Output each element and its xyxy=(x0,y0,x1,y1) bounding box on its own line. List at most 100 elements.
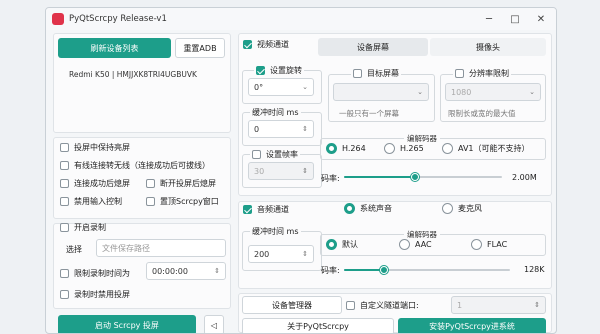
keep-awake-option[interactable]: 投屏中保持亮屏 xyxy=(60,142,130,153)
codec-av1-radio[interactable] xyxy=(442,143,453,154)
target-screen-option[interactable]: 目标屏幕 xyxy=(351,68,401,79)
disable-input-label: 禁用输入控制 xyxy=(74,197,122,206)
chevron-down-icon: ⌄ xyxy=(529,88,535,96)
video-buffer-input[interactable]: 0 ⇕ xyxy=(248,120,314,138)
audio-buffer-value: 200 xyxy=(254,249,270,259)
refresh-devices-button[interactable]: 刷新设备列表 xyxy=(58,38,171,58)
custom-tunnel-checkbox[interactable] xyxy=(346,301,355,310)
device-list-item[interactable]: Redmi K50 | HMJJXK8TRI4UGBUVK xyxy=(69,70,197,79)
screen-off-connect-option[interactable]: 连接成功后熄屏 xyxy=(60,178,130,189)
fps-value: 30 xyxy=(254,166,265,176)
codec-h265-radio[interactable] xyxy=(384,143,395,154)
minimize-button[interactable]: ─ xyxy=(476,11,502,27)
screen-off-disconnect-option[interactable]: 断开投屏后熄屏 xyxy=(146,178,216,189)
disable-screen-record-label: 录制时禁用投屏 xyxy=(74,290,130,299)
spin-arrows-icon[interactable]: ⇕ xyxy=(534,301,540,309)
audio-codec-default-label: 默认 xyxy=(342,240,358,249)
fps-label: 设置帧率 xyxy=(266,150,298,159)
spin-arrows-icon[interactable]: ⇕ xyxy=(302,167,308,175)
audio-buffer-input[interactable]: 200 ⇕ xyxy=(248,245,314,263)
resolution-select[interactable]: 1080 ⌄ xyxy=(445,83,541,101)
back-button[interactable]: ◁ xyxy=(204,315,224,333)
codec-h264-radio[interactable] xyxy=(326,143,337,154)
video-channel-checkbox[interactable] xyxy=(243,40,252,49)
limit-record-label: 限制录制时间为 xyxy=(74,269,130,278)
codec-h265-option[interactable]: H.265 xyxy=(384,143,424,154)
audio-channel-checkbox[interactable] xyxy=(243,205,252,214)
codec-av1-option[interactable]: AV1（可能不支持） xyxy=(442,143,530,154)
rotation-option[interactable]: 设置旋转 xyxy=(254,65,304,76)
audio-bitrate-handle[interactable] xyxy=(379,266,388,274)
audio-source-system-option[interactable]: 系统声音 xyxy=(344,203,392,214)
start-scrcpy-button[interactable]: 启动 Scrcpy 投屏 xyxy=(58,315,196,333)
record-time-input[interactable]: 00:00:00 ⇕ xyxy=(146,262,226,280)
disable-input-checkbox[interactable] xyxy=(60,197,69,206)
screen-off-connect-checkbox[interactable] xyxy=(60,179,69,188)
video-bitrate-value: 2.00M xyxy=(512,173,537,182)
back-icon: ◁ xyxy=(210,320,218,330)
audio-source-mic-radio[interactable] xyxy=(442,203,453,214)
tunnel-port-input[interactable]: 1 ⇕ xyxy=(451,296,546,314)
video-bitrate-fill xyxy=(344,176,416,178)
audio-bitrate-value: 128K xyxy=(524,265,545,274)
target-screen-checkbox[interactable] xyxy=(353,69,362,78)
keep-awake-checkbox[interactable] xyxy=(60,143,69,152)
audio-codec-aac-option[interactable]: AAC xyxy=(399,239,432,250)
audio-codec-aac-radio[interactable] xyxy=(399,239,410,250)
disable-screen-record-option[interactable]: 录制时禁用投屏 xyxy=(60,289,130,300)
target-screen-label: 目标屏幕 xyxy=(367,69,399,78)
video-channel-option[interactable]: 视频通道 xyxy=(243,39,289,50)
device-manager-button[interactable]: 设备管理器 xyxy=(242,296,342,314)
fps-input[interactable]: 30 ⇕ xyxy=(248,162,314,180)
chevron-down-icon: ⌄ xyxy=(302,83,308,91)
audio-source-system-radio[interactable] xyxy=(344,203,355,214)
screen-off-disconnect-checkbox[interactable] xyxy=(146,179,155,188)
choose-path-button[interactable]: 选择 xyxy=(66,244,82,255)
custom-tunnel-option[interactable]: 自定义隧道端口: xyxy=(346,300,419,311)
video-buffer-label: 缓冲时间 ms xyxy=(250,107,301,118)
tab-device-screen[interactable]: 设备屏幕 xyxy=(318,38,428,56)
audio-codec-default-option[interactable]: 默认 xyxy=(326,239,358,250)
audio-source-mic-option[interactable]: 麦克风 xyxy=(442,203,482,214)
tab-camera[interactable]: 摄像头 xyxy=(430,38,546,56)
disable-screen-record-checkbox[interactable] xyxy=(60,290,69,299)
target-screen-select[interactable]: ⌄ xyxy=(333,83,429,101)
enable-record-checkbox[interactable] xyxy=(60,223,69,232)
always-on-top-checkbox[interactable] xyxy=(146,197,155,206)
install-system-button[interactable]: 安装PyQtScrcpy进系统 xyxy=(398,318,546,333)
rotation-checkbox[interactable] xyxy=(256,66,265,75)
spin-arrows-icon[interactable]: ⇕ xyxy=(302,125,308,133)
fps-option[interactable]: 设置帧率 xyxy=(250,149,300,160)
enable-record-option[interactable]: 开启录制 xyxy=(60,222,106,233)
video-channel-label: 视频通道 xyxy=(257,40,289,49)
audio-source-system-label: 系统声音 xyxy=(360,204,392,213)
resolution-option[interactable]: 分辨率限制 xyxy=(453,68,511,79)
audio-codec-aac-label: AAC xyxy=(415,240,432,249)
spin-arrows-icon[interactable]: ⇕ xyxy=(214,267,220,275)
limit-record-option[interactable]: 限制录制时间为 xyxy=(60,268,130,279)
codec-h264-option[interactable]: H.264 xyxy=(326,143,366,154)
close-button[interactable]: ✕ xyxy=(528,11,554,27)
audio-channel-option[interactable]: 音频通道 xyxy=(243,204,289,215)
disable-input-option[interactable]: 禁用输入控制 xyxy=(60,196,122,207)
limit-record-checkbox[interactable] xyxy=(60,269,69,278)
record-path-placeholder: 文件保存路径 xyxy=(102,243,150,253)
spin-arrows-icon[interactable]: ⇕ xyxy=(302,250,308,258)
audio-codec-default-radio[interactable] xyxy=(326,239,337,250)
enable-record-label: 开启录制 xyxy=(74,223,106,232)
wireless-option[interactable]: 有线连接转无线（连接成功后可拔线） xyxy=(60,160,210,171)
audio-codec-flac-radio[interactable] xyxy=(471,239,482,250)
always-on-top-option[interactable]: 置顶Scrcpy窗口 xyxy=(146,196,219,207)
wireless-checkbox[interactable] xyxy=(60,161,69,170)
about-button[interactable]: 关于PyQtScrcpy xyxy=(242,318,394,333)
fps-checkbox[interactable] xyxy=(252,150,261,159)
resolution-label: 分辨率限制 xyxy=(469,69,509,78)
rotation-select[interactable]: 0° ⌄ xyxy=(248,78,314,96)
audio-codec-flac-option[interactable]: FLAC xyxy=(471,239,507,250)
maximize-button[interactable]: □ xyxy=(502,11,528,27)
reset-adb-button[interactable]: 重置ADB xyxy=(175,38,225,58)
resolution-hint: 限制长或宽的最大值 xyxy=(448,109,516,118)
resolution-checkbox[interactable] xyxy=(455,69,464,78)
record-path-input[interactable]: 文件保存路径 xyxy=(96,239,226,257)
wireless-label: 有线连接转无线（连接成功后可拔线） xyxy=(74,161,210,170)
